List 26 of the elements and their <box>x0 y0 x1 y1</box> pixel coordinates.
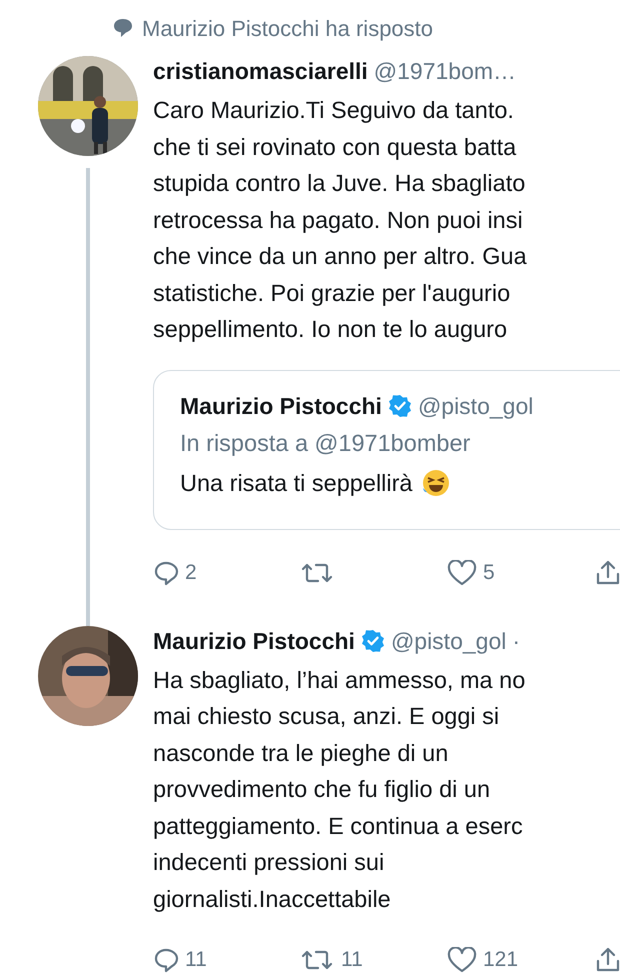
tweet-text: Ha sbagliato, l’hai ammesso, ma no mai chiesto scusa, anzi. E oggi si nasconde tra le pieghe di un provvedimento che fu figlio di un patteggiamento. E continua a eserc indecenti pressioni sui giornalisti.Inaccettabile <box>153 666 526 914</box>
user-handle: @pisto_gol <box>418 392 534 420</box>
quoted-text: Una risata ti seppellirà <box>180 468 412 498</box>
notification-text: Maurizio Pistocchi ha risposto <box>142 14 434 43</box>
action-count: 11 <box>185 947 207 973</box>
quoted-tweet-card[interactable]: Maurizio Pistocchi @pisto_gol In risposta a @1971bomber Una risata ti seppellirà <box>153 370 620 530</box>
action-count: 121 <box>483 947 518 973</box>
user-handle[interactable]: @pisto_gol <box>390 626 506 656</box>
heart-icon[interactable] <box>447 560 477 586</box>
action-count: 11 <box>341 947 363 973</box>
speech-bubble-icon <box>112 17 134 39</box>
share-icon[interactable] <box>595 558 620 586</box>
action-count: 2 <box>185 560 197 586</box>
user-name[interactable]: Maurizio Pistocchi <box>153 626 355 656</box>
laughing-emoji-icon <box>420 468 450 498</box>
reply-icon[interactable] <box>153 947 179 973</box>
user-name[interactable]: cristianomasciarelli <box>153 56 368 86</box>
user-name: Maurizio Pistocchi <box>180 392 382 420</box>
user-handle[interactable]: @1971bom… <box>374 56 516 86</box>
tweet-text: Caro Maurizio.Ti Seguivo da tanto. che ti sei rovinato con questa batta stupida contro la Juve. Ha sbagliato retrocessa ha pagato. Non puoi insi che vince da un anno per altro. Gua statistiche. Poi grazie per l'augurio seppellimento. Io non te lo auguro <box>153 96 528 344</box>
separator-dot: · <box>512 626 520 656</box>
reply-icon[interactable] <box>153 560 179 586</box>
share-icon[interactable] <box>595 946 620 973</box>
action-count: 5 <box>483 560 495 586</box>
reply-to-text: In risposta a @1971bomber <box>180 428 472 458</box>
heart-icon[interactable] <box>447 947 477 973</box>
